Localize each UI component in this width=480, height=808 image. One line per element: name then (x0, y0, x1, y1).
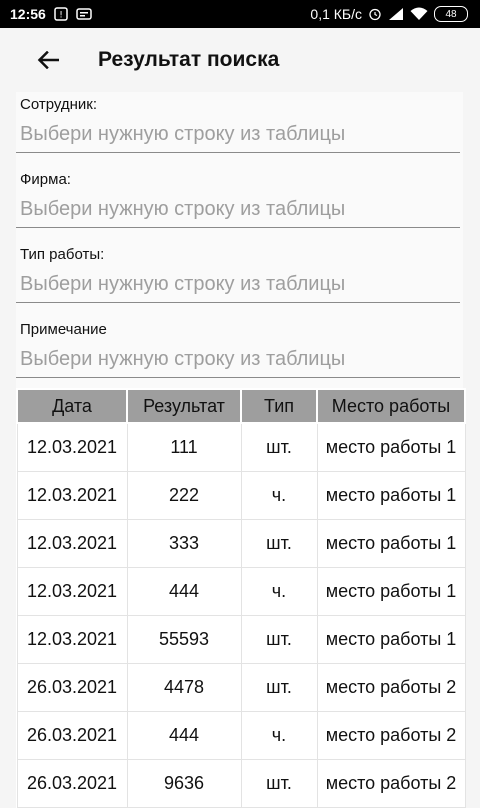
cell-result: 55593 (126, 615, 242, 664)
cell-date: 12.03.2021 (16, 567, 128, 616)
cell-workplace: место работы 1 (316, 519, 466, 568)
back-button[interactable] (24, 36, 72, 84)
cell-workplace: место работы 1 (316, 471, 466, 520)
cell-workplace: место работы 2 (316, 759, 466, 808)
status-bar: 12:56 ! 0,1 КБ/с 48 (0, 0, 480, 28)
column-header-result[interactable]: Результат (126, 388, 242, 424)
work-type-label: Тип работы: (20, 246, 105, 263)
app-bar: Результат поиска (0, 28, 480, 92)
company-input[interactable] (16, 191, 460, 228)
work-type-input[interactable] (16, 266, 460, 303)
note-label: Примечание (20, 321, 107, 338)
cell-type: шт. (240, 759, 318, 808)
cell-date: 26.03.2021 (16, 759, 128, 808)
table-row[interactable]: 12.03.2021 333 шт. место работы 1 (16, 519, 466, 568)
cell-type: шт. (240, 615, 318, 664)
wifi-icon (410, 7, 428, 21)
cell-type: шт. (240, 663, 318, 712)
cell-workplace: место работы 1 (316, 567, 466, 616)
cell-date: 12.03.2021 (16, 422, 128, 472)
cell-result: 9636 (126, 759, 242, 808)
table-row[interactable]: 26.03.2021 4478 шт. место работы 2 (16, 663, 466, 712)
cell-type: ч. (240, 567, 318, 616)
svg-text:!: ! (59, 11, 63, 21)
cell-date: 26.03.2021 (16, 711, 128, 760)
note-input[interactable] (16, 341, 460, 378)
table-row[interactable]: 12.03.2021 111 шт. место работы 1 (16, 422, 466, 472)
table-row[interactable]: 26.03.2021 444 ч. место работы 2 (16, 711, 466, 760)
cell-workplace: место работы 1 (316, 422, 466, 472)
employee-label: Сотрудник: (20, 96, 98, 113)
cell-workplace: место работы 2 (316, 711, 466, 760)
cell-type: ч. (240, 471, 318, 520)
cell-result: 444 (126, 711, 242, 760)
table-row[interactable]: 26.03.2021 9636 шт. место работы 2 (16, 759, 466, 808)
cell-type: шт. (240, 519, 318, 568)
cell-date: 12.03.2021 (16, 519, 128, 568)
cell-result: 333 (126, 519, 242, 568)
search-form: Сотрудник: Фирма: Тип работы: Примечание (16, 92, 463, 392)
cell-type: ч. (240, 711, 318, 760)
table-row[interactable]: 12.03.2021 444 ч. место работы 1 (16, 567, 466, 616)
table-row[interactable]: 12.03.2021 55593 шт. место работы 1 (16, 615, 466, 664)
column-header-type[interactable]: Тип (240, 388, 318, 424)
page-title: Результат поиска (98, 48, 280, 71)
network-speed: 0,1 КБ/с (310, 6, 362, 22)
cell-date: 12.03.2021 (16, 615, 128, 664)
cell-type: шт. (240, 422, 318, 472)
alarm-icon (368, 7, 382, 21)
cell-date: 26.03.2021 (16, 663, 128, 712)
column-header-workplace[interactable]: Место работы (316, 388, 466, 424)
cell-result: 111 (126, 422, 242, 472)
battery-icon: 48 (434, 6, 468, 22)
notification-alert-icon: ! (54, 7, 68, 21)
cell-result: 444 (126, 567, 242, 616)
table-row[interactable]: 12.03.2021 222 ч. место работы 1 (16, 471, 466, 520)
signal-icon (388, 7, 404, 21)
arrow-back-icon (37, 51, 59, 69)
company-label: Фирма: (20, 171, 71, 188)
status-time: 12:56 (10, 6, 46, 22)
cell-result: 4478 (126, 663, 242, 712)
table-header-row: Дата Результат Тип Место работы (16, 388, 466, 424)
cell-date: 12.03.2021 (16, 471, 128, 520)
cell-workplace: место работы 2 (316, 663, 466, 712)
column-header-date[interactable]: Дата (16, 388, 128, 424)
employee-input[interactable] (16, 116, 460, 153)
cell-workplace: место работы 1 (316, 615, 466, 664)
results-table: Дата Результат Тип Место работы 12.03.20… (16, 388, 466, 808)
notification-message-icon (76, 7, 92, 21)
cell-result: 222 (126, 471, 242, 520)
